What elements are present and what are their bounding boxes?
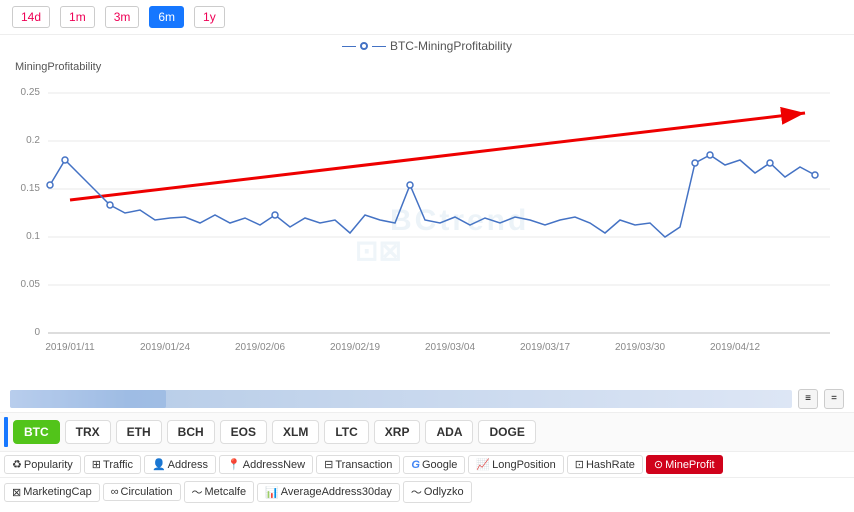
chart-container: BTC-MiningProfitability MiningProfitabil… xyxy=(0,35,854,385)
metcalfe-icon: 〜 xyxy=(192,484,203,500)
left-panel-indicator xyxy=(4,417,8,447)
marketing-cap-icon: ⊠ xyxy=(12,486,21,499)
svg-text:2019/01/24: 2019/01/24 xyxy=(140,342,190,353)
metric-btn-traffic[interactable]: ⊞Traffic xyxy=(84,455,141,474)
svg-text:BCtrend: BCtrend xyxy=(390,204,529,237)
svg-text:2019/01/11: 2019/01/11 xyxy=(45,342,95,353)
mini-chart-area: ≡ = xyxy=(0,385,854,413)
traffic-icon: ⊞ xyxy=(92,458,101,471)
coin-bar: BTC TRX ETH BCH EOS XLM LTC XRP ADA DOGE xyxy=(0,413,854,452)
svg-text:MiningProfitability: MiningProfitability xyxy=(15,61,102,73)
circulation-icon: ∞ xyxy=(111,486,119,498)
svg-text:2019/03/17: 2019/03/17 xyxy=(520,342,570,353)
metric-btn-transaction[interactable]: ⊟Transaction xyxy=(316,455,400,474)
mini-chart-bar xyxy=(10,390,792,408)
address-new-icon: 📍 xyxy=(227,458,241,471)
svg-text:2019/02/19: 2019/02/19 xyxy=(330,342,380,353)
metric-btn-circulation[interactable]: ∞Circulation xyxy=(103,483,181,501)
metric-btn-avg-address[interactable]: 📊AverageAddress30day xyxy=(257,483,400,502)
mini-ctrl-btn-1[interactable]: ≡ xyxy=(798,389,818,409)
svg-text:0.15: 0.15 xyxy=(21,183,41,194)
coin-btn-xrp[interactable]: XRP xyxy=(374,420,421,444)
metric-btn-odlyzko[interactable]: 〜Odlyzko xyxy=(403,481,472,503)
svg-text:0.2: 0.2 xyxy=(26,135,40,146)
metric-btn-hash-rate[interactable]: ⊡HashRate xyxy=(567,455,643,474)
metric-btn-marketing-cap[interactable]: ⊠MarketingCap xyxy=(4,483,100,502)
svg-text:⊡⊠: ⊡⊠ xyxy=(355,235,402,266)
metric-btn-address[interactable]: 👤Address xyxy=(144,455,216,474)
time-btn-3m[interactable]: 3m xyxy=(105,6,140,28)
main-chart-svg: MiningProfitability 0.25 0.2 0.15 0.1 0.… xyxy=(10,55,844,355)
mine-profit-icon: ⊙ xyxy=(654,458,663,471)
metric-btn-google[interactable]: GGoogle xyxy=(403,456,465,474)
address-icon: 👤 xyxy=(152,458,166,471)
metric-btn-mine-profit[interactable]: ⊙MineProfit xyxy=(646,455,723,474)
metric-btn-address-new[interactable]: 📍AddressNew xyxy=(219,455,313,474)
coin-btn-ltc[interactable]: LTC xyxy=(324,420,368,444)
time-btn-1y[interactable]: 1y xyxy=(194,6,225,28)
hash-rate-icon: ⊡ xyxy=(575,458,584,471)
chart-title: BTC-MiningProfitability xyxy=(10,39,844,53)
svg-text:0.1: 0.1 xyxy=(26,231,40,242)
coin-btn-xlm[interactable]: XLM xyxy=(272,420,319,444)
transaction-icon: ⊟ xyxy=(324,458,333,471)
svg-text:2019/02/06: 2019/02/06 xyxy=(235,342,285,353)
coin-btn-doge[interactable]: DOGE xyxy=(478,420,535,444)
svg-text:0: 0 xyxy=(34,327,40,338)
metric-btn-popularity[interactable]: ♻Popularity xyxy=(4,455,81,474)
metrics-row-2: ⊠MarketingCap ∞Circulation 〜Metcalfe 📊Av… xyxy=(0,478,854,506)
svg-text:2019/03/30: 2019/03/30 xyxy=(615,342,665,353)
metric-btn-metcalfe[interactable]: 〜Metcalfe xyxy=(184,481,255,503)
coin-btn-eth[interactable]: ETH xyxy=(116,420,162,444)
time-btn-6m[interactable]: 6m xyxy=(149,6,184,28)
top-bar: 14d 1m 3m 6m 1y xyxy=(0,0,854,35)
time-btn-1m[interactable]: 1m xyxy=(60,6,95,28)
coin-btn-trx[interactable]: TRX xyxy=(65,420,111,444)
svg-text:2019/03/04: 2019/03/04 xyxy=(425,342,475,353)
popularity-icon: ♻ xyxy=(12,458,22,471)
time-btn-14d[interactable]: 14d xyxy=(12,6,50,28)
coin-btn-btc[interactable]: BTC xyxy=(13,420,60,444)
avg-address-icon: 📊 xyxy=(265,486,279,499)
metric-btn-long-position[interactable]: 📈LongPosition xyxy=(468,455,563,474)
google-icon: G xyxy=(411,459,420,471)
coin-btn-ada[interactable]: ADA xyxy=(425,420,473,444)
odlyzko-icon: 〜 xyxy=(411,484,422,500)
chart-title-text: BTC-MiningProfitability xyxy=(390,39,512,53)
svg-text:0.25: 0.25 xyxy=(21,87,41,98)
metrics-row-1: ♻Popularity ⊞Traffic 👤Address 📍AddressNe… xyxy=(0,452,854,478)
svg-text:0.05: 0.05 xyxy=(21,279,41,290)
long-position-icon: 📈 xyxy=(476,458,490,471)
mini-ctrl-btn-2[interactable]: = xyxy=(824,389,844,409)
svg-text:2019/04/12: 2019/04/12 xyxy=(710,342,760,353)
coin-btn-eos[interactable]: EOS xyxy=(220,420,267,444)
coin-btn-bch[interactable]: BCH xyxy=(167,420,215,444)
